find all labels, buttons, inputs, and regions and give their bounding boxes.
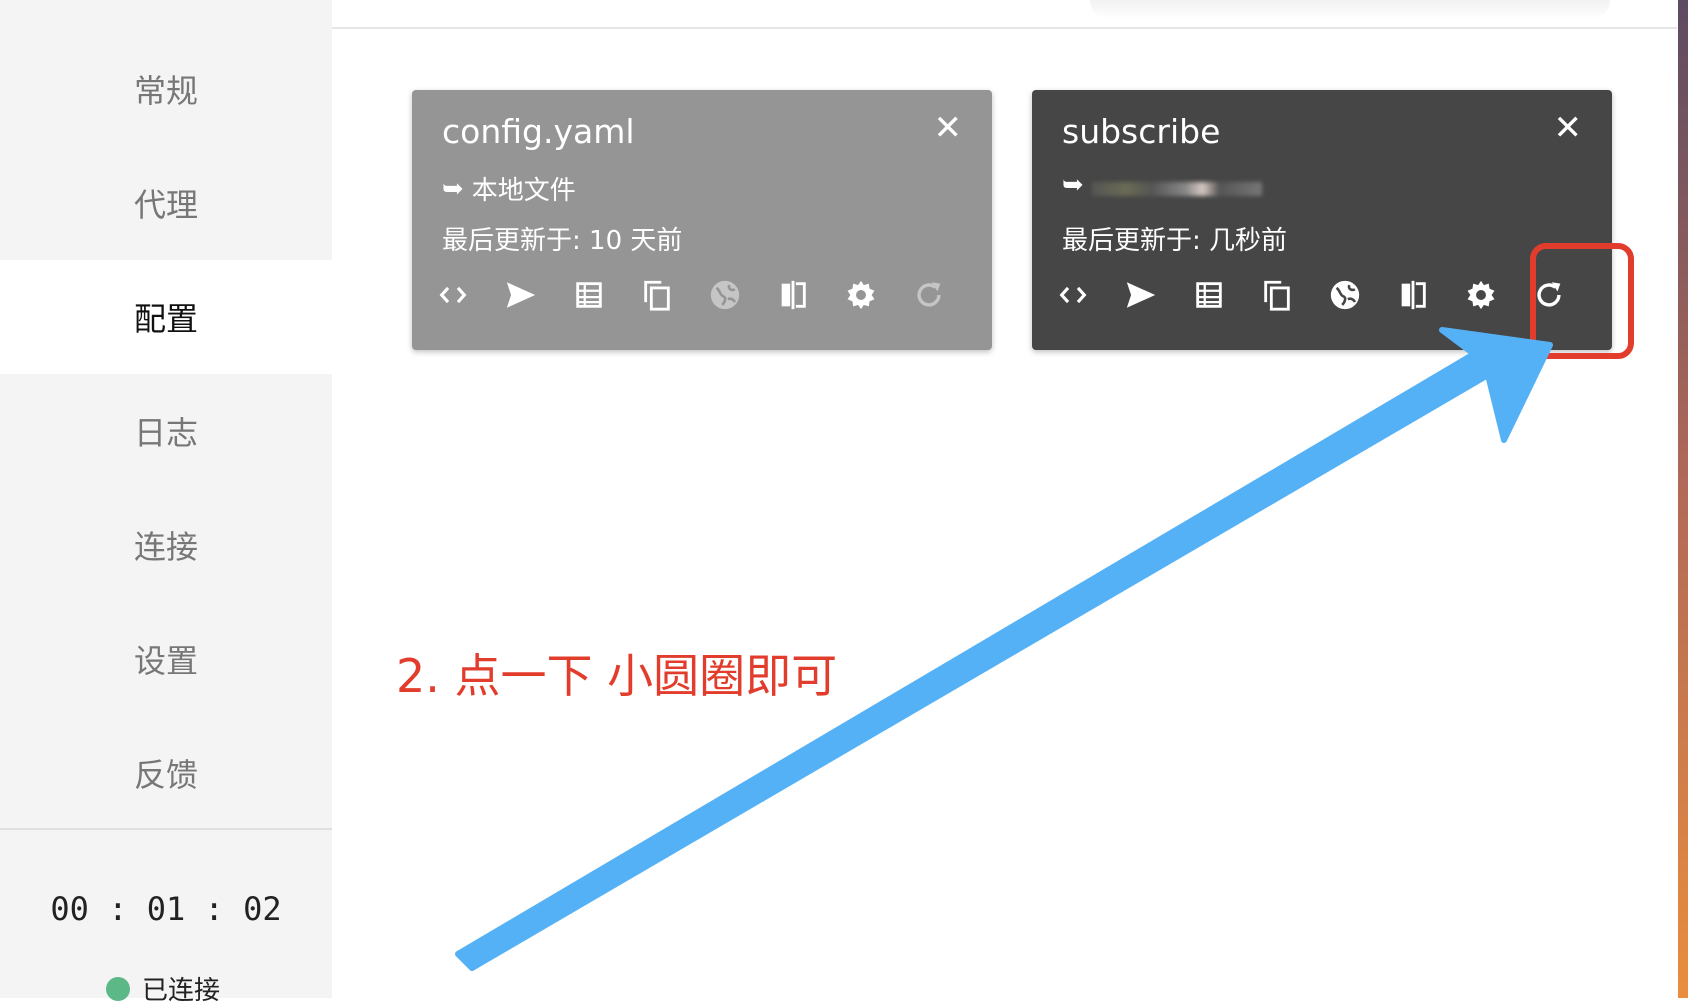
nav-label: 配置 <box>133 300 198 338</box>
nav-item-profiles[interactable]: 配置 <box>0 260 332 374</box>
table-icon[interactable] <box>1186 272 1232 318</box>
nav-label: 设置 <box>133 642 198 680</box>
profile-toolbar <box>1050 272 1572 318</box>
nav-label: 常规 <box>133 72 198 110</box>
redacted-url <box>1091 182 1262 196</box>
nav-label: 日志 <box>133 414 198 452</box>
source-arrow-icon: ➥ <box>442 173 464 204</box>
close-icon[interactable]: ✕ <box>1554 108 1583 148</box>
header-divider <box>332 27 1677 29</box>
code-icon[interactable] <box>430 272 476 318</box>
globe-icon[interactable] <box>1322 272 1368 318</box>
profile-name: config.yaml <box>442 112 635 151</box>
profile-updated: 最后更新于: 几秒前 <box>1062 226 1288 256</box>
profile-name: subscribe <box>1062 112 1221 151</box>
desktop-wallpaper-edge <box>1678 0 1688 998</box>
uptime-timer: 00 : 01 : 02 <box>50 890 282 928</box>
header-shadow <box>1090 0 1610 20</box>
copy-icon[interactable] <box>634 272 680 318</box>
source-arrow-icon: ➥ <box>1062 170 1084 200</box>
compare-icon[interactable] <box>1390 272 1436 318</box>
profile-card-config[interactable]: config.yaml ✕ ➥ 本地文件 最后更新于: 10 天前 <box>412 90 992 350</box>
profile-source: ➥ <box>1062 170 1262 200</box>
profile-toolbar <box>430 272 952 318</box>
table-icon[interactable] <box>566 272 612 318</box>
globe-icon[interactable] <box>702 272 748 318</box>
profile-updated: 最后更新于: 10 天前 <box>442 226 683 256</box>
profile-card-subscribe[interactable]: subscribe ✕ ➥ 最后更新于: 几秒前 <box>1032 90 1612 350</box>
nav-label: 反馈 <box>133 756 198 794</box>
copy-icon[interactable] <box>1254 272 1300 318</box>
source-label: 本地文件 <box>471 176 576 206</box>
status-dot-icon <box>106 976 130 1001</box>
nav-item-connections[interactable]: 连接 <box>0 488 332 602</box>
sidebar-divider <box>0 828 332 830</box>
gear-icon[interactable] <box>1458 272 1504 318</box>
close-icon[interactable]: ✕ <box>934 108 963 148</box>
send-icon[interactable] <box>1118 272 1164 318</box>
nav-item-feedback[interactable]: 反馈 <box>0 716 332 830</box>
nav-item-logs[interactable]: 日志 <box>0 374 332 488</box>
annotation-highlight-box <box>1530 243 1634 359</box>
nav-item-general[interactable]: 常规 <box>0 32 332 146</box>
connection-status: 已连接 <box>106 970 220 1007</box>
nav-item-proxy[interactable]: 代理 <box>0 146 332 260</box>
compare-icon[interactable] <box>770 272 816 318</box>
nav-label: 连接 <box>133 528 198 566</box>
sidebar: 常规 代理 配置 日志 连接 设置 反馈 00 : 01 : 02 已连接 <box>0 0 332 1006</box>
annotation-text: 2. 点一下 小圆圈即可 <box>396 649 838 703</box>
profile-source: ➥ 本地文件 <box>442 170 576 207</box>
nav-item-settings[interactable]: 设置 <box>0 602 332 716</box>
status-label: 已连接 <box>142 976 221 1006</box>
refresh-icon[interactable] <box>906 272 952 318</box>
code-icon[interactable] <box>1050 272 1096 318</box>
gear-icon[interactable] <box>838 272 884 318</box>
nav-label: 代理 <box>133 186 198 224</box>
send-icon[interactable] <box>498 272 544 318</box>
